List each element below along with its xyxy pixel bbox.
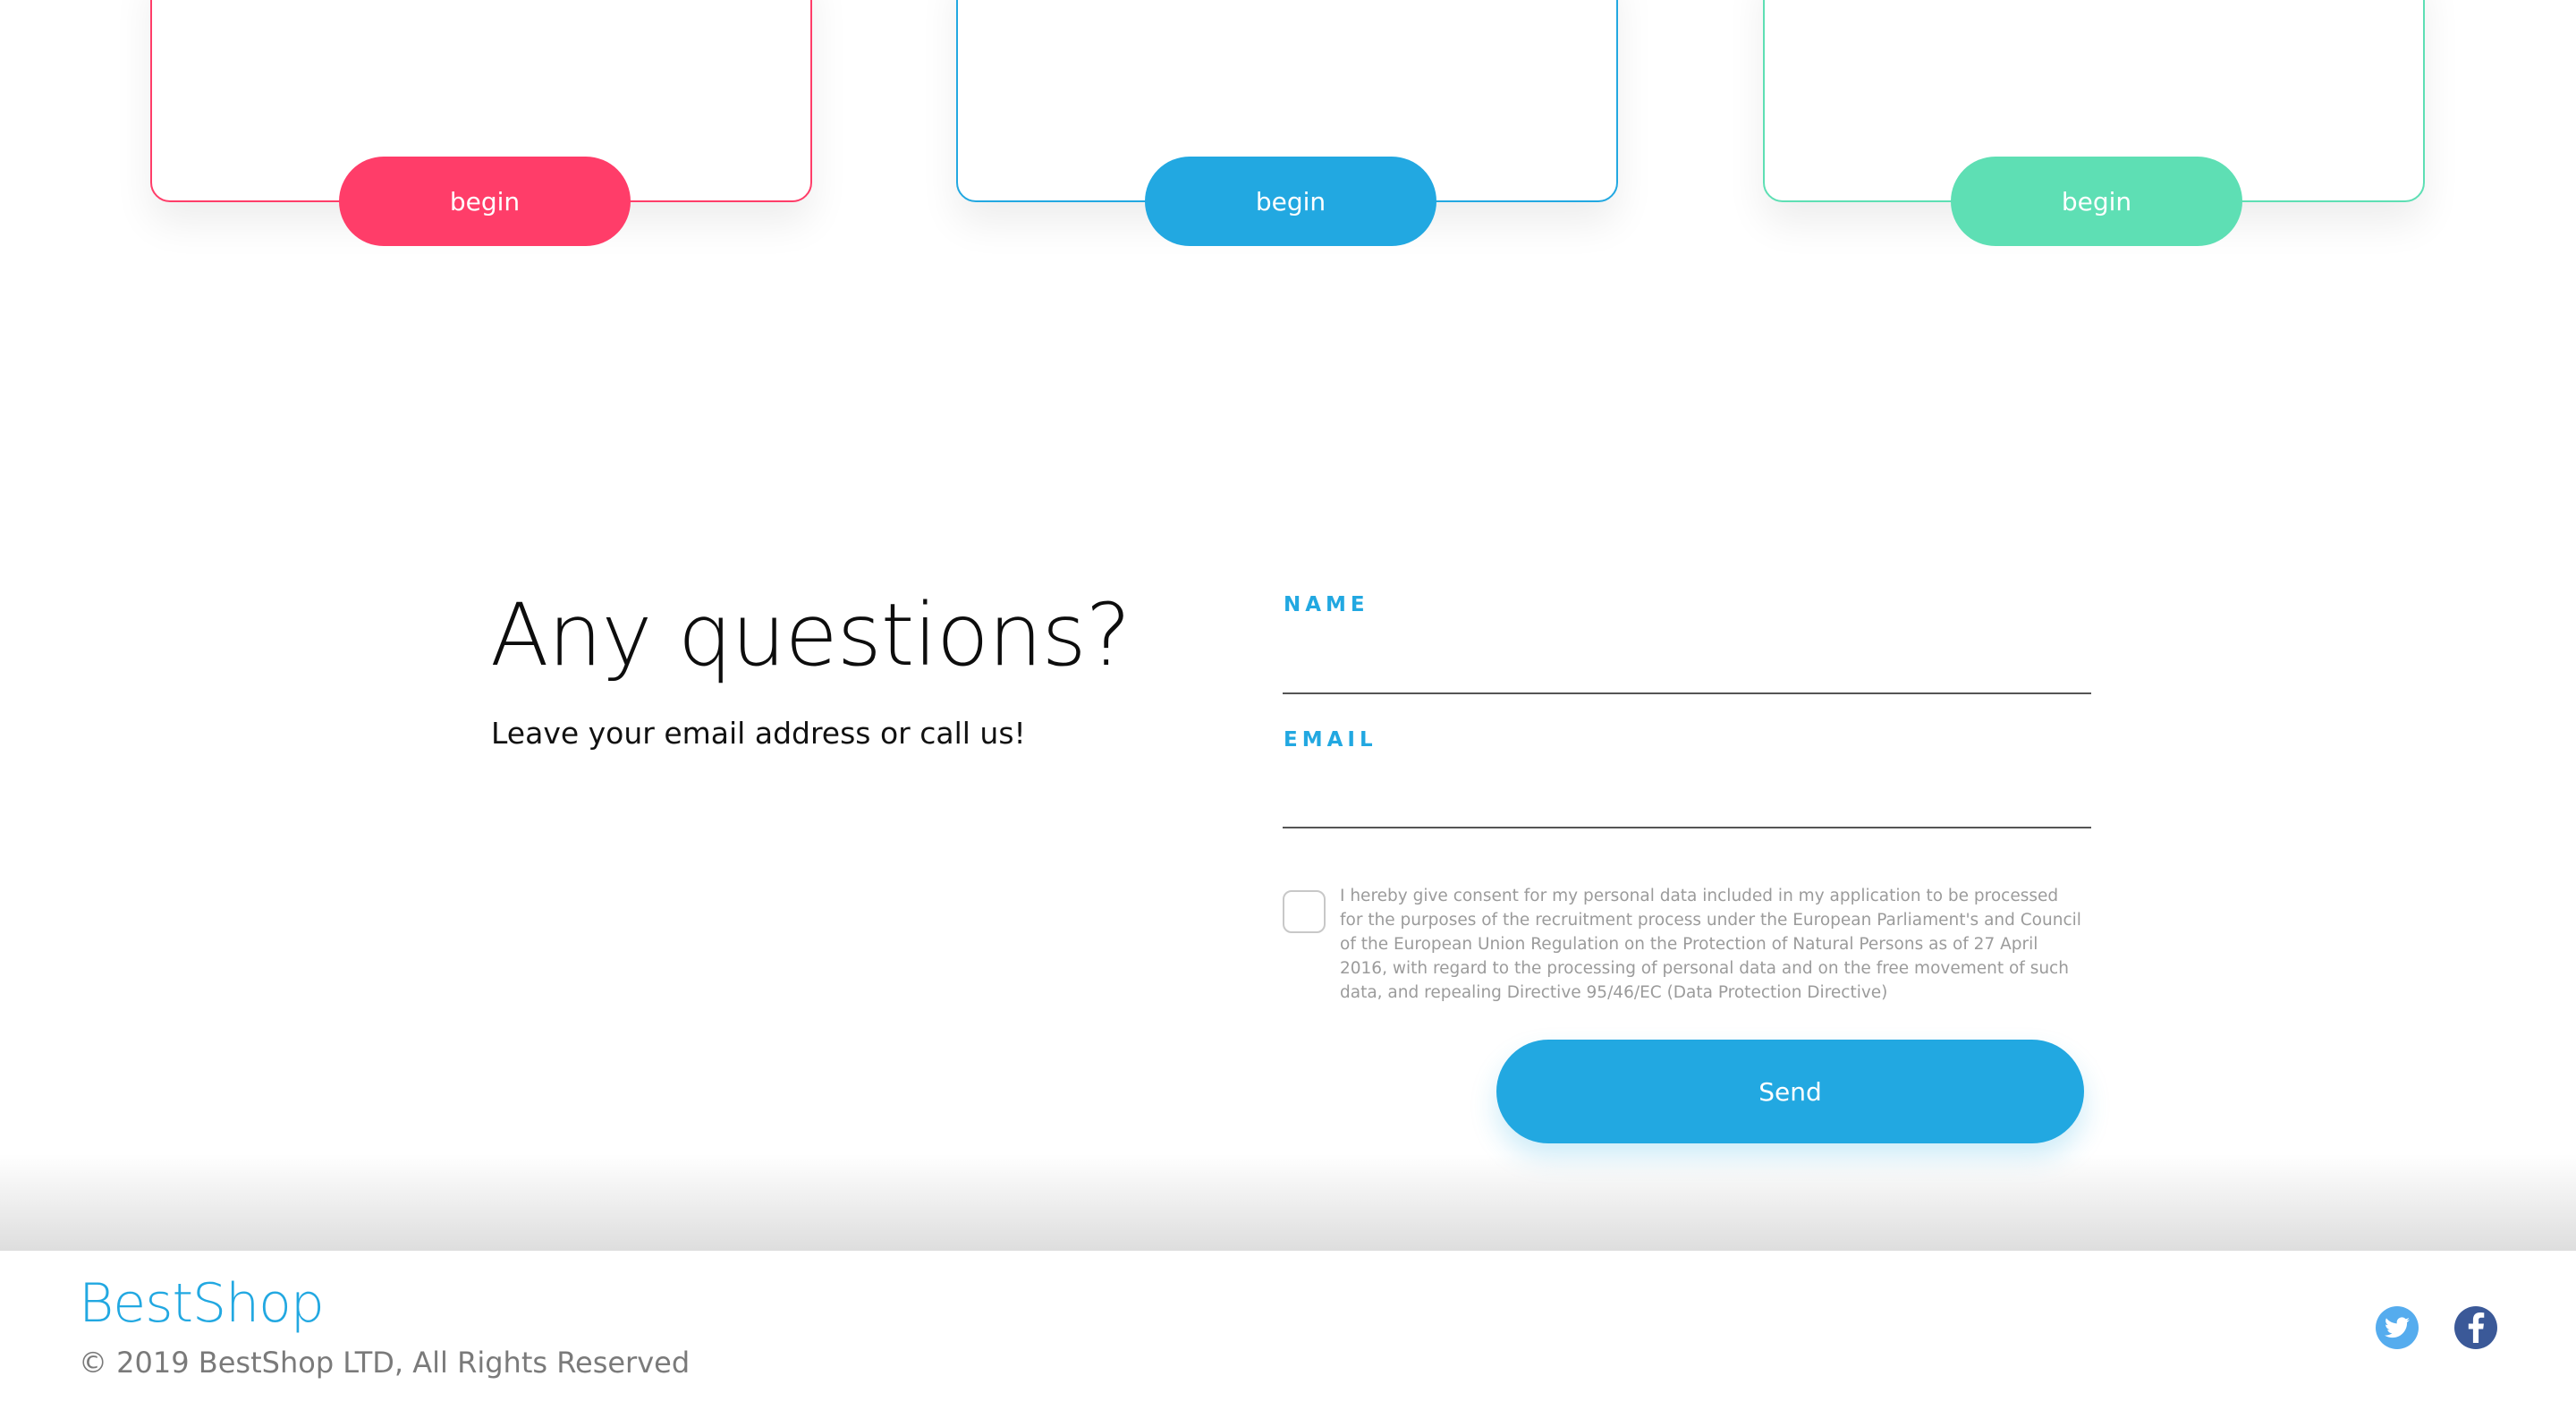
consent-text: I hereby give consent for my personal da…	[1340, 887, 2081, 1002]
begin-button-1[interactable]: begin	[339, 157, 631, 246]
footer: BestShop © 2019 BestShop LTD, All Rights…	[0, 1251, 2576, 1410]
page: begin begin begin Any questions? Leave y…	[0, 0, 2576, 1410]
twitter-icon	[2385, 1317, 2410, 1338]
send-button[interactable]: Send	[1496, 1040, 2084, 1143]
facebook-link[interactable]	[2454, 1306, 2497, 1349]
name-label: NAME	[1284, 593, 1369, 616]
footer-shadow	[0, 1154, 2576, 1251]
consent-checkbox[interactable]	[1283, 890, 1326, 933]
email-input[interactable]	[1283, 775, 2091, 828]
begin-button-2[interactable]: begin	[1145, 157, 1436, 246]
copyright-text: © 2019 BestShop LTD, All Rights Reserved	[79, 1346, 691, 1380]
name-input[interactable]	[1283, 641, 2091, 694]
begin-button-3[interactable]: begin	[1951, 157, 2242, 246]
email-label: EMAIL	[1284, 728, 1377, 752]
contact-subtitle: Leave your email address or call us!	[491, 716, 1026, 751]
brand-logo[interactable]: BestShop	[79, 1272, 325, 1335]
twitter-link[interactable]	[2376, 1306, 2419, 1349]
contact-title: Any questions?	[490, 585, 1131, 685]
facebook-icon	[2468, 1312, 2485, 1343]
